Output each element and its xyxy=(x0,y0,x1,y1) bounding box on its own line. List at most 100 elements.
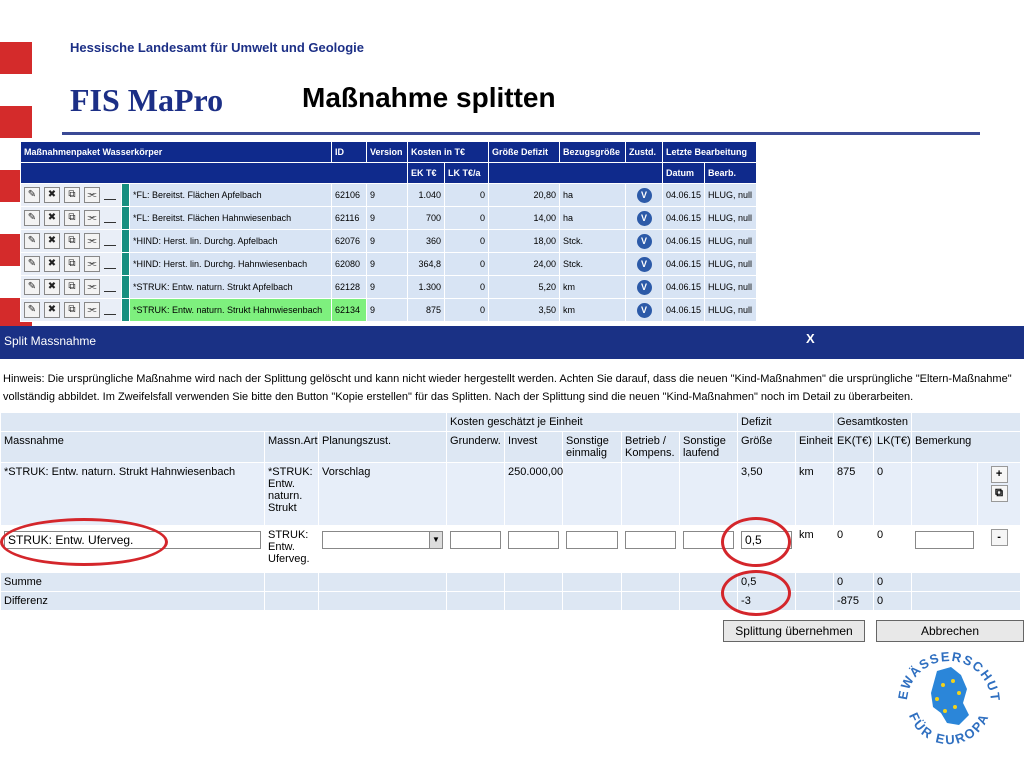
add-row-button[interactable]: + xyxy=(990,466,1008,483)
dialog-titlebar: Split Massnahme X xyxy=(0,326,1024,359)
col-art: Massn.Art xyxy=(264,431,319,463)
col-bearb: Bearb. xyxy=(704,162,758,184)
col-zustand: Zustd. xyxy=(625,141,664,163)
collapse-icon[interactable] xyxy=(104,306,116,315)
copy-icon[interactable]: ⧉ xyxy=(64,256,80,272)
original-row: *STRUK: Entw. naturn. Strukt Hahnwiesenb… xyxy=(0,462,1022,526)
remove-row-button[interactable]: - xyxy=(990,529,1008,546)
table-row[interactable]: ✎ ✖ ⧉ ⫘ *FL: Bereitst. Flächen Hahnwiesenba… xyxy=(20,206,758,230)
status-v-icon[interactable]: V xyxy=(636,187,652,203)
row-actions: ✎ ✖ ⧉ ⫘ xyxy=(20,183,122,207)
copy-icon[interactable]: ⧉ xyxy=(64,233,80,249)
red-bar-2 xyxy=(0,106,32,138)
planung-select[interactable]: ▼ xyxy=(322,531,444,549)
row-actions: ✎ ✖ ⧉ ⫘ xyxy=(20,252,122,276)
apply-split-button[interactable]: Splittung übernehmen xyxy=(723,620,865,642)
col-ek: EK T€ xyxy=(407,162,445,184)
delete-icon[interactable]: ✖ xyxy=(44,210,60,226)
row-name: *FL: Bereitst. Flächen Hahnwiesenbach xyxy=(129,206,332,230)
table-row[interactable]: ✎ ✖ ⧉ ⫘ *HIND: Herst. lin. Durchg. Hahnwies… xyxy=(20,252,758,276)
group-total: Gesamtkosten xyxy=(833,412,913,432)
new-einheit: km xyxy=(795,525,835,573)
pencil-icon[interactable]: ✎ xyxy=(24,279,40,295)
row-actions: ✎ ✖ ⧉ ⫘ xyxy=(20,229,122,253)
header-divider xyxy=(62,132,980,135)
pencil-icon[interactable]: ✎ xyxy=(24,187,40,203)
column-header-row: Massnahme Massn.Art Planungszust. Grunde… xyxy=(0,431,1022,463)
invest-input[interactable] xyxy=(508,531,560,549)
split-icon[interactable]: ⫘ xyxy=(84,210,100,226)
copy-icon[interactable]: ⧉ xyxy=(64,279,80,295)
differenz-ek: -875 xyxy=(833,591,875,611)
bemerkung-input[interactable] xyxy=(915,531,975,549)
col-betrieb: Betrieb / Kompens. xyxy=(621,431,681,463)
col-groesse: Größe xyxy=(737,431,797,463)
copy-icon[interactable]: ⧉ xyxy=(64,187,80,203)
col-package: Maßnahmenpaket Wasserkörper xyxy=(20,141,332,163)
col-invest: Invest xyxy=(504,431,564,463)
gewaesserschutz-logo: GEWÄSSERSCHUTZ FÜR EUROPA xyxy=(893,645,1002,747)
group-costs: Kosten geschätzt je Einheit xyxy=(446,412,739,432)
col-bezug: Bezugsgröße xyxy=(559,141,627,163)
row-name: *STRUK: Entw. naturn. Strukt Hahnwiesenb… xyxy=(129,298,332,322)
col-version: Version xyxy=(366,141,408,163)
col-einheit: Einheit xyxy=(795,431,835,463)
grunderw-input[interactable] xyxy=(450,531,502,549)
col-ek: EK(T€) xyxy=(833,431,875,463)
status-v-icon[interactable]: V xyxy=(636,256,652,272)
status-v-icon[interactable]: V xyxy=(636,279,652,295)
col-sonst-einmalig: Sonstige einmalig xyxy=(562,431,623,463)
table-row[interactable]: ✎ ✖ ⧉ ⫘ *STRUK: Entw. naturn. Strukt Apfelb… xyxy=(20,275,758,299)
delete-icon[interactable]: ✖ xyxy=(44,302,60,318)
pencil-icon[interactable]: ✎ xyxy=(24,233,40,249)
copy-icon[interactable]: ⧉ xyxy=(64,210,80,226)
status-v-icon[interactable]: V xyxy=(636,210,652,226)
split-icon[interactable]: ⫘ xyxy=(84,187,100,203)
split-icon[interactable]: ⫘ xyxy=(84,279,100,295)
delete-icon[interactable]: ✖ xyxy=(44,187,60,203)
delete-icon[interactable]: ✖ xyxy=(44,279,60,295)
row-actions: ✎ ✖ ⧉ ⫘ xyxy=(20,275,122,299)
pencil-icon[interactable]: ✎ xyxy=(24,256,40,272)
col-lk: LK(T€) xyxy=(873,431,913,463)
cancel-button[interactable]: Abbrechen xyxy=(876,620,1024,642)
col-grunderw: Grunderw. xyxy=(446,431,506,463)
package-subheader-row: EK T€ LK T€/a Datum Bearb. xyxy=(20,162,758,184)
split-icon[interactable]: ⫘ xyxy=(84,233,100,249)
collapse-icon[interactable] xyxy=(104,260,116,269)
collapse-icon[interactable] xyxy=(104,283,116,292)
pencil-icon[interactable]: ✎ xyxy=(24,210,40,226)
copy-row-icon[interactable]: ⧉ xyxy=(990,485,1008,502)
row-actions: ✎ ✖ ⧉ ⫘ xyxy=(20,298,122,322)
red-bar-1 xyxy=(0,42,32,74)
collapse-icon[interactable] xyxy=(104,237,116,246)
dialog-hint: Hinweis: Die ursprüngliche Maßnahme wird… xyxy=(3,373,1012,403)
col-massnahme: Massnahme xyxy=(0,431,265,463)
copy-icon[interactable]: ⧉ xyxy=(64,302,80,318)
col-id: ID xyxy=(331,141,367,163)
sonst-einmalig-input[interactable] xyxy=(566,531,619,549)
delete-icon[interactable]: ✖ xyxy=(44,256,60,272)
status-v-icon[interactable]: V xyxy=(636,233,652,249)
app-title: FIS MaPro xyxy=(70,82,224,118)
row-name: *FL: Bereitst. Flächen Apfelbach xyxy=(129,183,332,207)
pencil-icon[interactable]: ✎ xyxy=(24,302,40,318)
slide-title: Maßnahme splitten xyxy=(302,82,556,113)
delete-icon[interactable]: ✖ xyxy=(44,233,60,249)
package-table: Maßnahmenpaket Wasserkörper ID Version K… xyxy=(20,141,758,322)
org-name: Hessische Landesamt für Umwelt und Geolo… xyxy=(70,40,365,55)
table-row[interactable]: ✎ ✖ ⧉ ⫘ *FL: Bereitst. Flächen Apfelbach 62… xyxy=(20,183,758,207)
col-lk: LK T€/a xyxy=(443,162,490,184)
table-row[interactable]: ✎ ✖ ⧉ ⫘ *HIND: Herst. lin. Durchg. Apfelbac… xyxy=(20,229,758,253)
betrieb-input[interactable] xyxy=(625,531,677,549)
split-icon[interactable]: ⫘ xyxy=(84,256,100,272)
collapse-icon[interactable] xyxy=(104,191,116,200)
collapse-icon[interactable] xyxy=(104,214,116,223)
split-icon[interactable]: ⫘ xyxy=(84,302,100,318)
close-icon[interactable]: X xyxy=(806,331,815,346)
group-deficit: Defizit xyxy=(737,412,835,432)
summe-label: Summe xyxy=(0,572,265,592)
table-row-selected[interactable]: ✎ ✖ ⧉ ⫘ *STRUK: Entw. naturn. Strukt Hahnwi… xyxy=(20,298,758,322)
col-planung: Planungszust. xyxy=(317,431,448,463)
status-v-icon[interactable]: V xyxy=(636,302,652,318)
